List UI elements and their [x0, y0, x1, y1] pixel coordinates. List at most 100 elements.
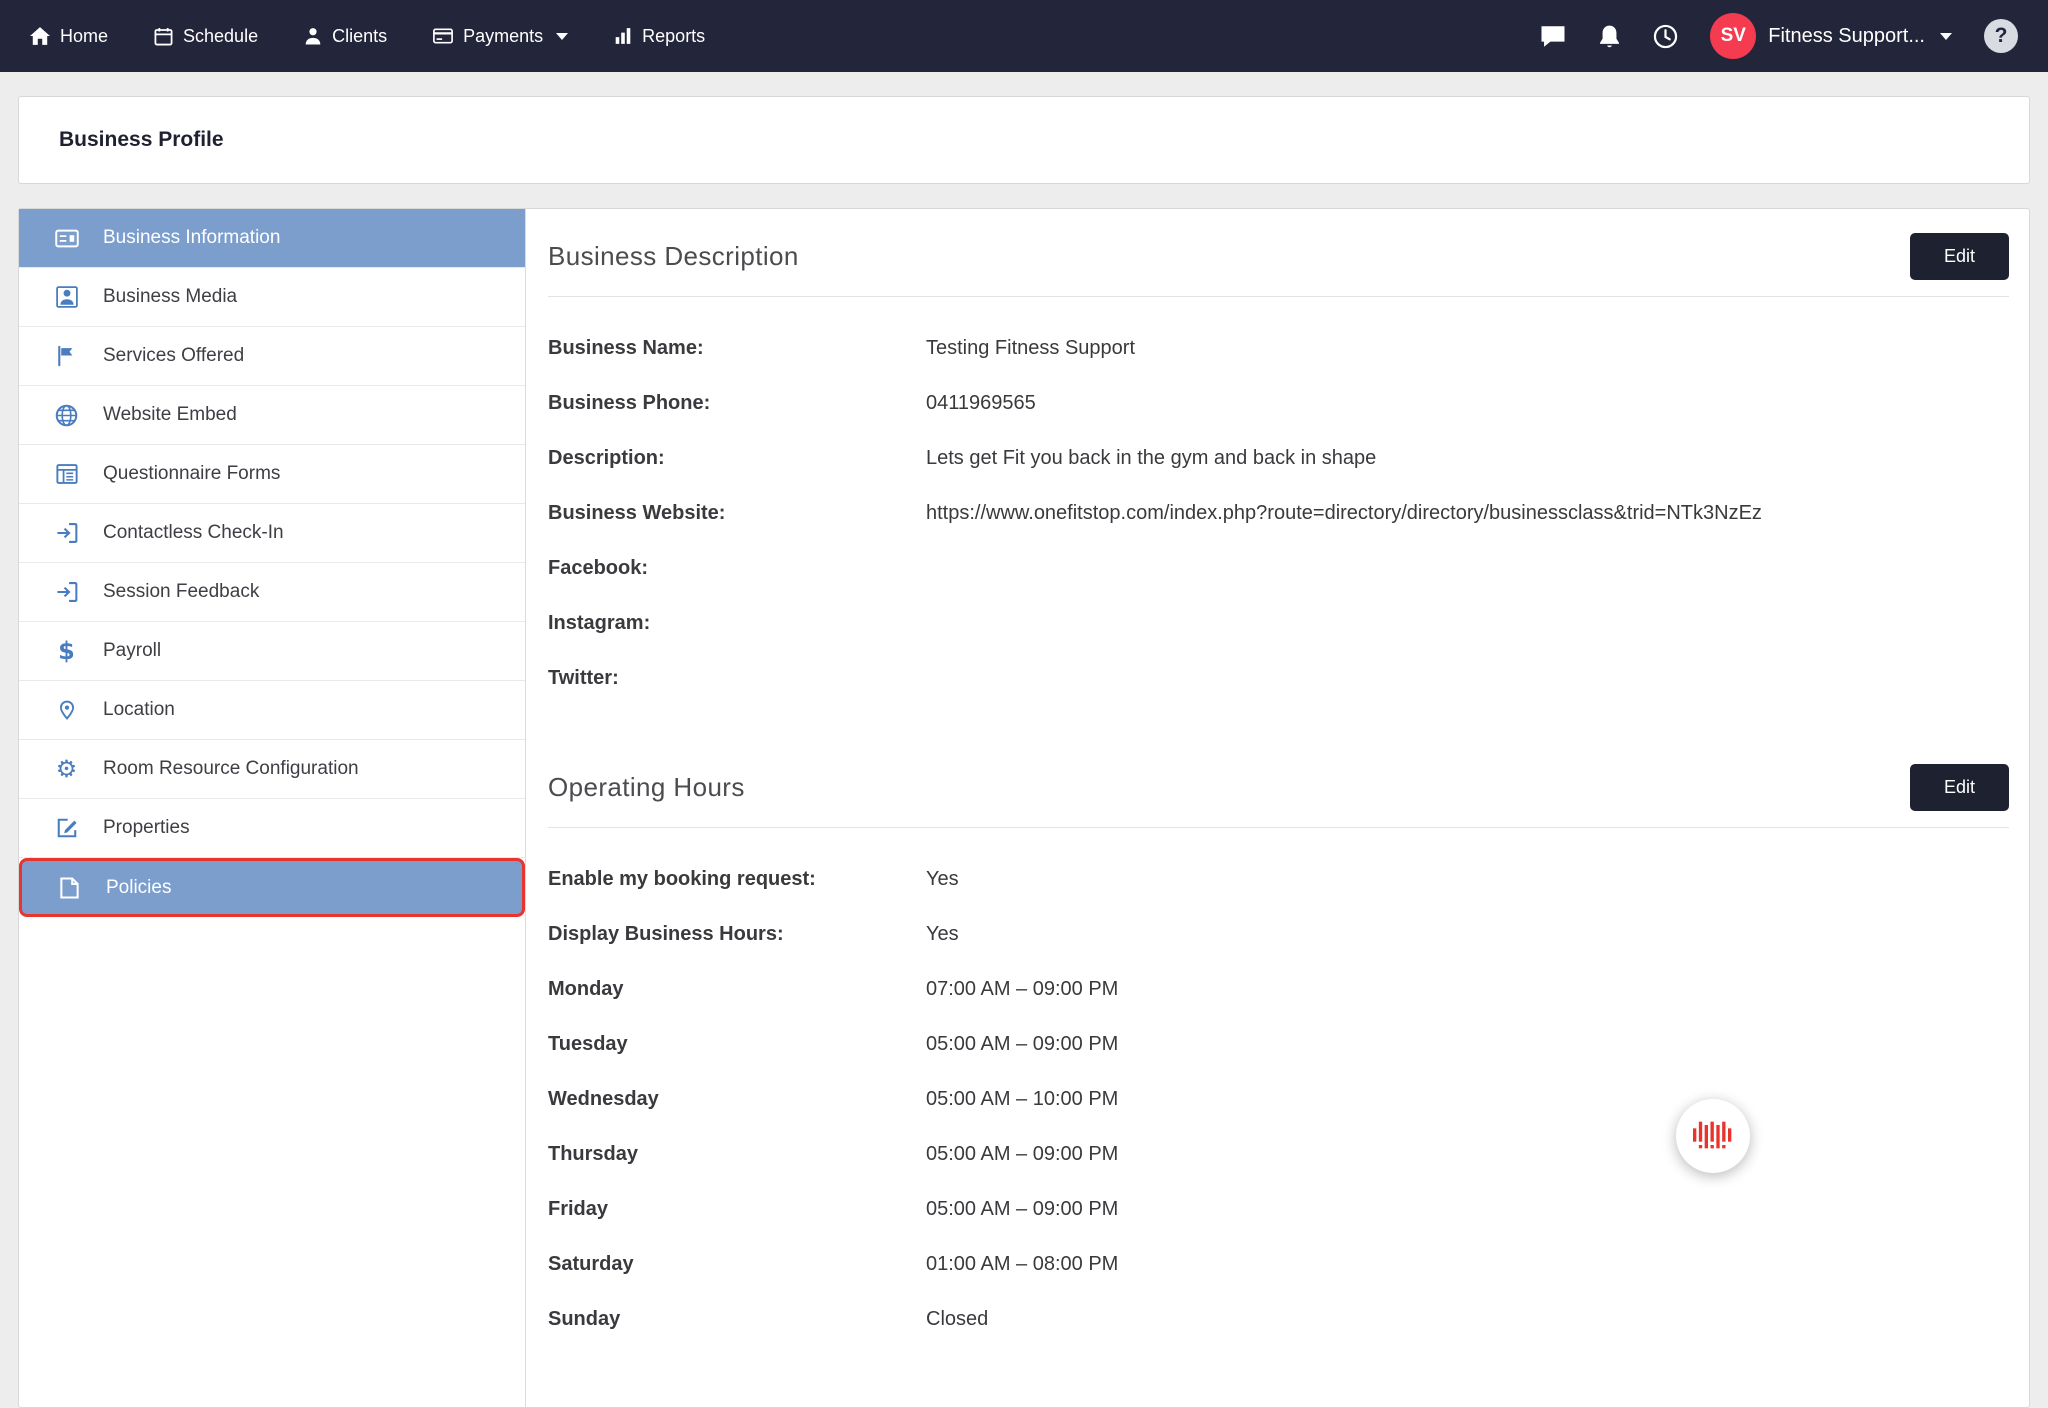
section-header: Operating Hours Edit — [548, 740, 2009, 828]
gear-icon: ⚙ — [53, 757, 80, 781]
description-value: Lets get Fit you back in the gym and bac… — [926, 446, 1376, 471]
field-row-saturday: Saturday 01:00 AM – 08:00 PM — [548, 1237, 2009, 1292]
history-button[interactable] — [1653, 24, 1678, 49]
chevron-down-icon — [556, 33, 568, 40]
home-icon — [30, 27, 50, 45]
field-row-sunday: Sunday Closed — [548, 1292, 2009, 1347]
day-label: Saturday — [548, 1252, 926, 1277]
day-label: Sunday — [548, 1307, 926, 1332]
day-label: Wednesday — [548, 1087, 926, 1112]
bell-icon — [1598, 24, 1621, 49]
sidebar-item-label: Business Information — [103, 227, 280, 249]
saturday-hours-value: 01:00 AM – 08:00 PM — [926, 1252, 1118, 1277]
document-icon — [56, 877, 83, 899]
map-pin-icon — [53, 699, 80, 721]
sidebar-item-properties[interactable]: Properties — [19, 799, 525, 858]
day-label: Friday — [548, 1197, 926, 1222]
nav-home-label: Home — [60, 26, 108, 47]
edit-business-description-button[interactable]: Edit — [1910, 233, 2009, 280]
person-icon — [304, 27, 322, 45]
nav-schedule[interactable]: Schedule — [154, 26, 258, 47]
field-row-facebook: Facebook: — [548, 541, 2009, 596]
display-hours-value: Yes — [926, 922, 959, 947]
sidebar-item-label: Properties — [103, 817, 190, 839]
nav-reports[interactable]: Reports — [614, 26, 705, 47]
user-menu[interactable]: SV Fitness Support... — [1710, 13, 1952, 59]
day-label: Tuesday — [548, 1032, 926, 1057]
nav-reports-label: Reports — [642, 26, 705, 47]
sidebar-item-website-embed[interactable]: Website Embed — [19, 386, 525, 445]
help-icon: ? — [1984, 19, 2018, 53]
section-title: Business Description — [548, 241, 799, 272]
field-row-twitter: Twitter: — [548, 651, 2009, 706]
chevron-down-icon — [1940, 33, 1952, 40]
nav-right-cluster: SV Fitness Support... ? — [1540, 13, 2018, 59]
sidebar-item-questionnaire-forms[interactable]: Questionnaire Forms — [19, 445, 525, 504]
business-description-fields: Business Name: Testing Fitness Support B… — [548, 297, 2009, 706]
sunday-hours-value: Closed — [926, 1307, 988, 1332]
bar-chart-icon — [614, 27, 632, 45]
sidebar-item-payroll[interactable]: $ Payroll — [19, 622, 525, 681]
globe-icon — [53, 404, 80, 427]
scan-fab-button[interactable] — [1676, 1099, 1750, 1173]
sidebar-item-label: Room Resource Configuration — [103, 758, 359, 780]
main-nav: Home Schedule Clients Payments Reports — [30, 0, 705, 72]
field-label: Facebook: — [548, 556, 926, 581]
content-card: Business Information Business Media Serv… — [18, 208, 2030, 1408]
flag-icon — [53, 345, 80, 367]
section-operating-hours: Operating Hours Edit Enable my booking r… — [548, 740, 2009, 1347]
field-row-description: Description: Lets get Fit you back in th… — [548, 431, 2009, 486]
sidebar-item-label: Session Feedback — [103, 581, 259, 603]
page-title: Business Profile — [59, 128, 224, 151]
field-label: Business Phone: — [548, 391, 926, 416]
field-row-monday: Monday 07:00 AM – 09:00 PM — [548, 962, 2009, 1017]
nav-clients-label: Clients — [332, 26, 387, 47]
main-panel: Business Description Edit Business Name:… — [526, 209, 2029, 1407]
field-row-display-hours: Display Business Hours: Yes — [548, 907, 2009, 962]
user-name: Fitness Support... — [1768, 25, 1925, 48]
thursday-hours-value: 05:00 AM – 09:00 PM — [926, 1142, 1118, 1167]
check-in-arrow-icon — [53, 522, 80, 544]
field-label: Instagram: — [548, 611, 926, 636]
field-label: Business Website: — [548, 501, 926, 526]
chat-icon — [1540, 25, 1566, 48]
edit-operating-hours-button[interactable]: Edit — [1910, 764, 2009, 811]
nav-payments[interactable]: Payments — [433, 26, 568, 47]
sidebar-item-label: Payroll — [103, 640, 161, 662]
sidebar-item-services-offered[interactable]: Services Offered — [19, 327, 525, 386]
business-website-link[interactable]: https://www.onefitstop.com/index.php?rou… — [926, 501, 1762, 526]
sidebar-item-label: Contactless Check-In — [103, 522, 284, 544]
help-button[interactable]: ? — [1984, 19, 2018, 53]
feedback-arrow-icon — [53, 581, 80, 603]
sidebar-item-label: Policies — [106, 877, 171, 899]
nav-clients[interactable]: Clients — [304, 26, 387, 47]
business-name-value: Testing Fitness Support — [926, 336, 1135, 361]
sidebar-item-policies[interactable]: Policies — [19, 858, 525, 917]
chat-button[interactable] — [1540, 25, 1566, 48]
booking-request-value: Yes — [926, 867, 959, 892]
field-row-friday: Friday 05:00 AM – 09:00 PM — [548, 1182, 2009, 1237]
sidebar-item-location[interactable]: Location — [19, 681, 525, 740]
section-header: Business Description Edit — [548, 209, 2009, 297]
sidebar-item-label: Website Embed — [103, 404, 237, 426]
notifications-button[interactable] — [1598, 24, 1621, 49]
field-label: Display Business Hours: — [548, 922, 926, 947]
field-row-wednesday: Wednesday 05:00 AM – 10:00 PM — [548, 1072, 2009, 1127]
field-row-thursday: Thursday 05:00 AM – 09:00 PM — [548, 1127, 2009, 1182]
sidebar-item-business-media[interactable]: Business Media — [19, 268, 525, 327]
sidebar-item-session-feedback[interactable]: Session Feedback — [19, 563, 525, 622]
sidebar-item-contactless-check-in[interactable]: Contactless Check-In — [19, 504, 525, 563]
top-nav: Home Schedule Clients Payments Reports — [0, 0, 2048, 72]
field-row-business-phone: Business Phone: 0411969565 — [548, 376, 2009, 431]
friday-hours-value: 05:00 AM – 09:00 PM — [926, 1197, 1118, 1222]
sidebar-item-label: Questionnaire Forms — [103, 463, 280, 485]
day-label: Monday — [548, 977, 926, 1002]
monday-hours-value: 07:00 AM – 09:00 PM — [926, 977, 1118, 1002]
id-card-icon — [53, 228, 80, 249]
nav-home[interactable]: Home — [30, 26, 108, 47]
sidebar-item-label: Services Offered — [103, 345, 244, 367]
sidebar-item-business-information[interactable]: Business Information — [19, 209, 525, 268]
pencil-note-icon — [53, 817, 80, 839]
sidebar-item-room-resource-configuration[interactable]: ⚙ Room Resource Configuration — [19, 740, 525, 799]
field-label: Enable my booking request: — [548, 867, 926, 892]
